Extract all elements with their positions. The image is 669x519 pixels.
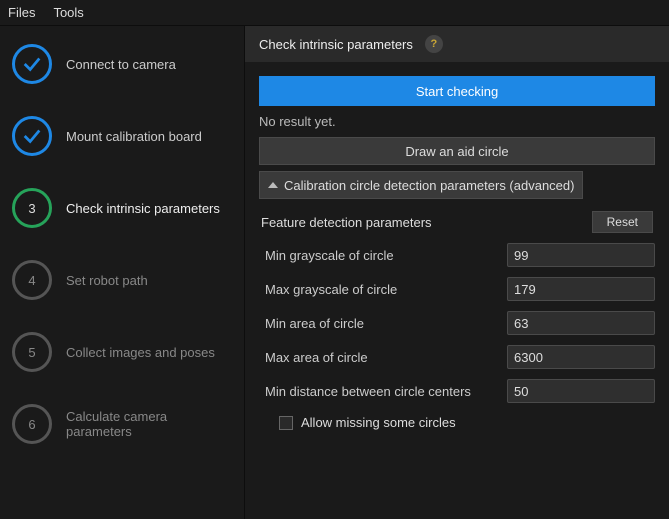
params-heading-row: Feature detection parameters Reset xyxy=(259,211,655,233)
step-mount-board[interactable]: Mount calibration board xyxy=(12,116,232,156)
min-distance-input[interactable] xyxy=(508,380,669,402)
menubar: Files Tools xyxy=(0,0,669,26)
step-label: Set robot path xyxy=(66,273,148,288)
spinbox xyxy=(507,379,655,403)
param-min-area: Min area of circle xyxy=(259,311,655,335)
step-calculate-params[interactable]: 6 Calculate camera parameters xyxy=(12,404,232,444)
spinbox xyxy=(507,277,655,301)
caret-up-icon xyxy=(268,182,278,188)
spinbox xyxy=(507,311,655,335)
accordion-label: Calibration circle detection parameters … xyxy=(284,178,574,193)
step-label: Mount calibration board xyxy=(66,129,202,144)
check-icon xyxy=(12,44,52,84)
allow-missing-label: Allow missing some circles xyxy=(301,415,456,430)
content: Connect to camera Mount calibration boar… xyxy=(0,26,669,519)
param-max-area: Max area of circle xyxy=(259,345,655,369)
param-label: Min area of circle xyxy=(265,316,364,331)
step-label: Calculate camera parameters xyxy=(66,409,232,439)
step-number-icon: 5 xyxy=(12,332,52,372)
spinbox xyxy=(507,345,655,369)
step-label: Check intrinsic parameters xyxy=(66,201,220,216)
param-max-grayscale: Max grayscale of circle xyxy=(259,277,655,301)
step-collect-images[interactable]: 5 Collect images and poses xyxy=(12,332,232,372)
checkbox-icon[interactable] xyxy=(279,416,293,430)
max-grayscale-input[interactable] xyxy=(508,278,669,300)
param-label: Min grayscale of circle xyxy=(265,248,394,263)
param-label: Max area of circle xyxy=(265,350,368,365)
step-label: Collect images and poses xyxy=(66,345,215,360)
menu-tools[interactable]: Tools xyxy=(53,5,83,20)
min-grayscale-input[interactable] xyxy=(508,244,669,266)
step-set-robot-path[interactable]: 4 Set robot path xyxy=(12,260,232,300)
allow-missing-row[interactable]: Allow missing some circles xyxy=(259,415,655,430)
params-section: Feature detection parameters Reset Min g… xyxy=(259,211,655,430)
start-checking-button[interactable]: Start checking xyxy=(259,76,655,106)
check-icon xyxy=(12,116,52,156)
draw-aid-circle-button[interactable]: Draw an aid circle xyxy=(259,137,655,165)
step-label: Connect to camera xyxy=(66,57,176,72)
panel-title-text: Check intrinsic parameters xyxy=(259,37,413,52)
panel-body: Start checking No result yet. Draw an ai… xyxy=(245,62,669,438)
param-min-grayscale: Min grayscale of circle xyxy=(259,243,655,267)
step-number-icon: 3 xyxy=(12,188,52,228)
main-panel: Check intrinsic parameters ? Start check… xyxy=(245,26,669,519)
max-area-input[interactable] xyxy=(508,346,669,368)
param-min-distance: Min distance between circle centers xyxy=(259,379,655,403)
panel-header: Check intrinsic parameters ? xyxy=(245,26,669,62)
menu-files[interactable]: Files xyxy=(8,5,35,20)
wizard-steps: Connect to camera Mount calibration boar… xyxy=(0,26,245,519)
param-label: Min distance between circle centers xyxy=(265,384,471,399)
status-text: No result yet. xyxy=(259,112,655,131)
help-icon[interactable]: ? xyxy=(425,35,443,53)
step-number-icon: 6 xyxy=(12,404,52,444)
accordion-advanced-params[interactable]: Calibration circle detection parameters … xyxy=(259,171,583,199)
params-heading: Feature detection parameters xyxy=(261,215,432,230)
step-number-icon: 4 xyxy=(12,260,52,300)
spinbox xyxy=(507,243,655,267)
step-connect-camera[interactable]: Connect to camera xyxy=(12,44,232,84)
param-label: Max grayscale of circle xyxy=(265,282,397,297)
reset-button[interactable]: Reset xyxy=(592,211,653,233)
min-area-input[interactable] xyxy=(508,312,669,334)
step-check-intrinsic[interactable]: 3 Check intrinsic parameters xyxy=(12,188,232,228)
